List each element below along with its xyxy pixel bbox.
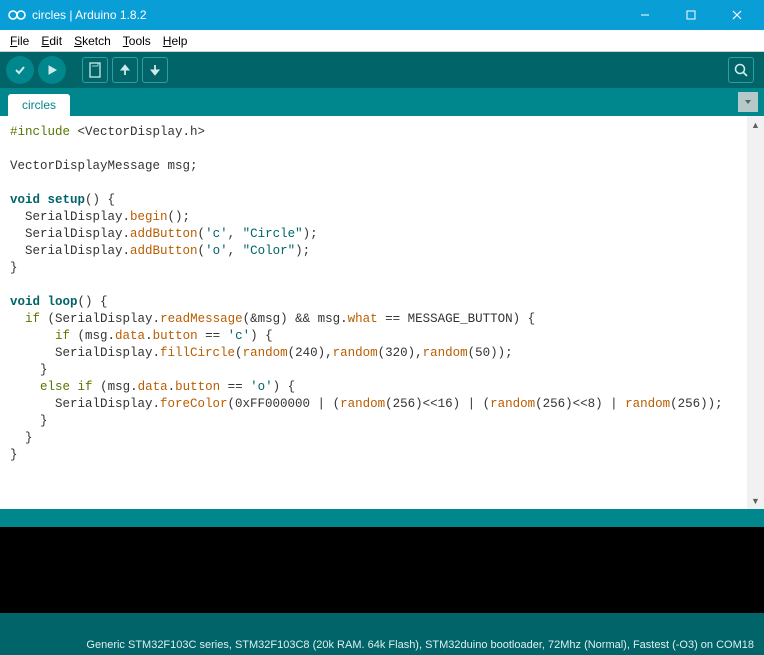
menu-sketch[interactable]: Sketch bbox=[68, 32, 117, 50]
board-info: Generic STM32F103C series, STM32F103C8 (… bbox=[86, 639, 754, 651]
toolbar bbox=[0, 52, 764, 88]
tab-circles[interactable]: circles bbox=[8, 94, 70, 116]
editor-scrollbar[interactable]: ▲ ▼ bbox=[747, 116, 764, 509]
new-sketch-button[interactable] bbox=[82, 57, 108, 83]
menubar: File Edit Sketch Tools Help bbox=[0, 30, 764, 52]
save-sketch-button[interactable] bbox=[142, 57, 168, 83]
output-console[interactable] bbox=[0, 527, 764, 613]
tab-strip: circles bbox=[0, 88, 764, 116]
scroll-up-icon[interactable]: ▲ bbox=[747, 116, 764, 133]
close-button[interactable] bbox=[714, 0, 760, 30]
maximize-button[interactable] bbox=[668, 0, 714, 30]
upload-button[interactable] bbox=[38, 56, 66, 84]
open-sketch-button[interactable] bbox=[112, 57, 138, 83]
menu-help[interactable]: Help bbox=[157, 32, 194, 50]
arduino-logo-icon bbox=[8, 6, 26, 24]
minimize-button[interactable] bbox=[622, 0, 668, 30]
status-strip bbox=[0, 509, 764, 527]
footer-bar: Generic STM32F103C series, STM32F103C8 (… bbox=[0, 613, 764, 655]
verify-button[interactable] bbox=[6, 56, 34, 84]
scroll-down-icon[interactable]: ▼ bbox=[747, 492, 764, 509]
window-titlebar: circles | Arduino 1.8.2 bbox=[0, 0, 764, 30]
menu-edit[interactable]: Edit bbox=[35, 32, 68, 50]
menu-tools[interactable]: Tools bbox=[117, 32, 157, 50]
window-title: circles | Arduino 1.8.2 bbox=[32, 8, 622, 22]
code-content: #include <VectorDisplay.h> VectorDisplay… bbox=[0, 116, 764, 472]
menu-file[interactable]: File bbox=[4, 32, 35, 50]
tab-menu-dropdown[interactable] bbox=[738, 92, 758, 112]
code-editor[interactable]: #include <VectorDisplay.h> VectorDisplay… bbox=[0, 116, 764, 509]
serial-monitor-button[interactable] bbox=[728, 57, 754, 83]
